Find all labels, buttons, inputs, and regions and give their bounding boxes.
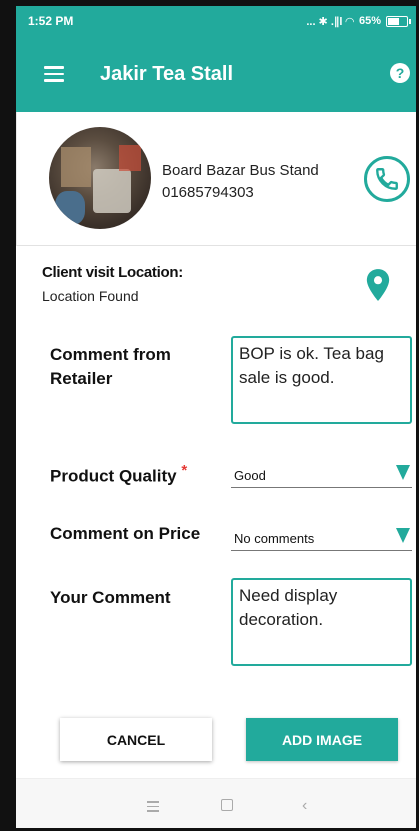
battery-icon [386,15,411,27]
cancel-button[interactable]: CANCEL [60,718,212,761]
price-comment-label: Comment on Price [50,524,201,543]
price-comment-select[interactable]: No comments [231,525,412,551]
signal-icons: ... ✱ .∥l ◠ [306,15,354,28]
help-icon[interactable]: ? [390,63,410,83]
retailer-card: Board Bazar Bus Stand 01685794303 [16,112,416,246]
back-icon[interactable]: ‹ [302,797,307,815]
retailer-photo [49,127,151,229]
price-comment-value: No comments [234,531,315,546]
retailer-location: Board Bazar Bus Stand [162,162,319,179]
map-marker-icon[interactable] [365,268,391,302]
visit-location-value: Location Found [42,288,139,304]
phone-icon[interactable] [364,156,410,202]
product-quality-label-text: Product Quality [50,466,177,486]
dropdown-arrow-icon [396,528,410,543]
product-quality-select[interactable]: Good [231,462,412,488]
retailer-phone: 01685794303 [162,184,254,201]
phone-glyph [376,168,398,190]
app-bar: Jakir Tea Stall ? [16,36,416,112]
retailer-comment-field[interactable]: BOP is ok. Tea bag sale is good. [231,336,412,424]
battery-percent: 65% [358,15,381,27]
hamburger-icon[interactable] [44,66,64,82]
add-image-button[interactable]: ADD IMAGE [246,718,398,761]
visit-location-label: Client visit Location: [42,264,183,281]
app-screen: 1:52 PM ... ✱ .∥l ◠ 65% Jakir Tea Stall … [16,6,416,828]
home-icon[interactable] [221,799,233,811]
battery-fill [388,17,400,25]
status-bar: 1:52 PM ... ✱ .∥l ◠ 65% [16,6,416,36]
page-title: Jakir Tea Stall [100,62,234,85]
your-comment-label: Your Comment [50,588,171,607]
system-nav-bar: ‹ [16,778,416,828]
dropdown-arrow-icon [396,465,410,480]
status-time: 1:52 PM [28,14,74,28]
required-marker: * [181,462,188,479]
retailer-comment-label: Comment from Retailer [50,345,171,388]
your-comment-field[interactable]: Need display decoration. [231,578,412,666]
product-quality-value: Good [234,468,266,483]
product-quality-label: Product Quality * [50,459,187,489]
status-icons: ... ✱ .∥l ◠ 65% [306,15,411,28]
recent-apps-icon[interactable] [147,801,159,812]
